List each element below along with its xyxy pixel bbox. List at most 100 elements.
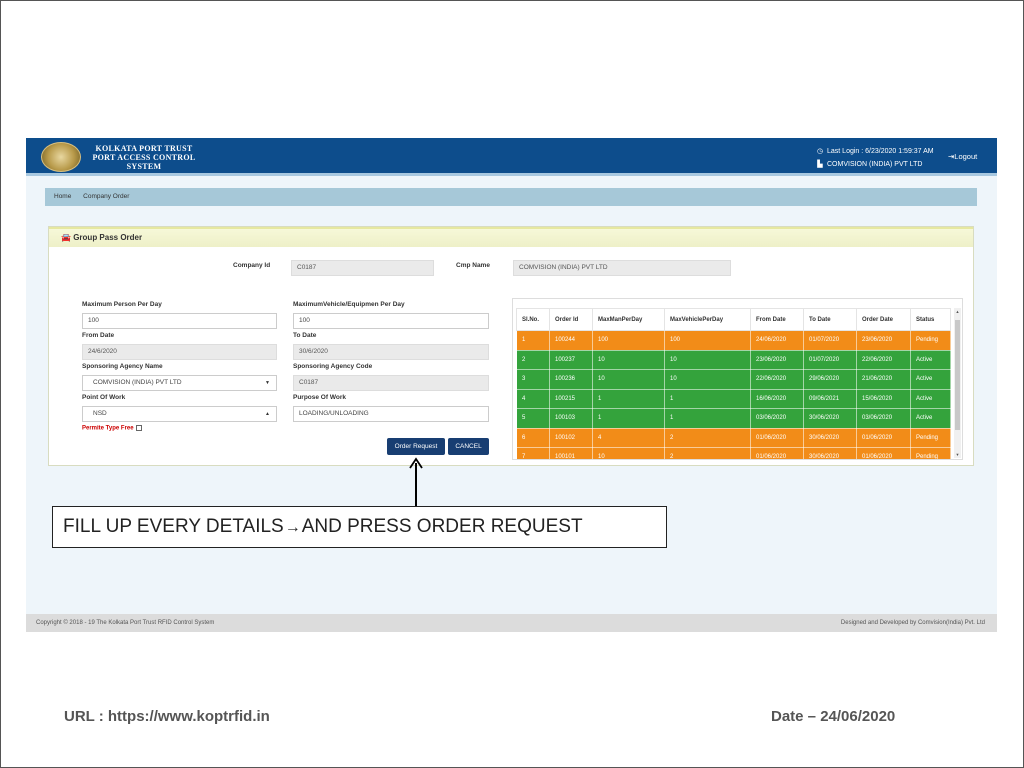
table-cell: 10 [592, 349, 665, 370]
agency-code-label: Sponsoring Agency Code [293, 363, 373, 370]
callout-arrow-line [415, 463, 417, 507]
table-cell: 01/07/2020 [803, 349, 857, 370]
permit-type-checkbox[interactable] [135, 425, 142, 431]
orders-table: Sl.No. Order Id MaxManPerDay MaxVehiclePerD… [516, 308, 951, 459]
clock-icon: ◷ [816, 148, 824, 155]
table-cell: Pending [910, 447, 951, 459]
callout-text-2: AND PRESS ORDER REQUEST [301, 516, 583, 537]
logout-button[interactable]: ⇥Logout [948, 152, 977, 161]
login-info: ◷ Last Login : 6/23/2020 1:59:37 AM ▙ COMV… [816, 145, 934, 171]
brand-line-2: PORT ACCESS CONTROL [92, 153, 196, 162]
table-row[interactable]: 7 100101 10 2 01/06/2020 30/06/2020 01/06/2020… [516, 447, 951, 459]
company-id-field[interactable]: C0187 [291, 260, 434, 276]
table-cell: 100 [592, 330, 665, 351]
point-of-work-select[interactable]: NSD ▲ [82, 406, 277, 422]
to-date-label: To Date [293, 332, 317, 339]
agency-name-select[interactable]: COMVISION (INDIA) PVT LTD ▼ [82, 375, 277, 391]
max-person-label: Maximum Person Per Day [82, 301, 162, 308]
max-vehicle-label: MaximumVehicle/Equipmen Per Day [293, 301, 405, 308]
table-cell: 09/06/2021 [803, 388, 857, 409]
table-cell: 16/06/2020 [750, 388, 804, 409]
table-cell: 6 [516, 427, 550, 448]
table-cell: 24/06/2020 [750, 330, 804, 351]
table-cell: 2 [664, 447, 751, 459]
table-cell: 03/06/2020 [750, 408, 804, 429]
from-date-label: From Date [82, 332, 115, 339]
breadcrumb-home[interactable]: Home [54, 193, 71, 200]
dropdown-caret-icon: ▲ [265, 411, 270, 417]
dropdown-caret-icon: ▼ [265, 380, 270, 386]
permit-type-label: Permite Type Free [82, 425, 134, 432]
table-cell: Pending [910, 427, 951, 448]
table-cell: 100237 [549, 349, 593, 370]
scroll-thumb[interactable] [955, 320, 960, 430]
table-row[interactable]: 5 100103 1 1 03/06/2020 30/06/2020 03/06/2020 A… [516, 408, 951, 429]
table-cell: 100215 [549, 388, 593, 409]
table-row[interactable]: 2 100237 10 10 23/06/2020 01/07/2020 22/06/202… [516, 349, 951, 370]
table-cell: 2 [516, 349, 550, 370]
table-row[interactable]: 1 100244 100 100 24/06/2020 01/07/2020 23/06/2… [516, 330, 951, 351]
table-scrollbar[interactable]: ▲ ▼ [954, 308, 961, 458]
column-header: Status [910, 308, 951, 331]
instruction-callout: FILL UP EVERY DETAILS→AND PRESS ORDER RE… [52, 506, 667, 548]
table-cell: 21/06/2020 [856, 369, 911, 390]
purpose-input[interactable]: LOADING/UNLOADING [293, 406, 489, 422]
table-cell: Active [910, 349, 951, 370]
right-arrow-icon: → [284, 519, 301, 536]
panel-header: 🚘 Group Pass Order [49, 227, 973, 247]
column-header: Order Date [856, 308, 911, 331]
table-cell: 01/06/2020 [856, 427, 911, 448]
column-header: Sl.No. [516, 308, 550, 331]
app-screen: KOLKATA PORT TRUST PORT ACCESS CONTROL S… [26, 138, 997, 632]
point-of-work-value: NSD [93, 410, 107, 417]
agency-name-value: COMVISION (INDIA) PVT LTD [93, 379, 182, 386]
brand-line-1: KOLKATA PORT TRUST [95, 144, 193, 153]
order-request-button[interactable]: Order Request [387, 438, 445, 455]
max-person-input[interactable]: 100 [82, 313, 277, 329]
top-bar: KOLKATA PORT TRUST PORT ACCESS CONTROL S… [26, 138, 997, 176]
table-cell: 1 [592, 388, 665, 409]
page-footer: Copyright © 2018 - 19 The Kolkata Port T… [26, 614, 997, 632]
breadcrumb: Home Company Order [45, 188, 977, 206]
table-cell: 03/06/2020 [856, 408, 911, 429]
column-header: MaxManPerDay [592, 308, 665, 331]
table-row[interactable]: 4 100215 1 1 16/06/2020 09/06/2021 15/06/2020 A… [516, 388, 951, 409]
table-cell: 1 [664, 388, 751, 409]
table-cell: 1 [664, 408, 751, 429]
logout-label: Logout [954, 152, 978, 161]
table-cell: Active [910, 408, 951, 429]
from-date-field[interactable]: 24/6/2020 [82, 344, 277, 360]
cmp-name-label: Cmp Name [456, 262, 490, 269]
table-cell: 01/06/2020 [750, 447, 804, 459]
table-row[interactable]: 6 100102 4 2 01/06/2020 30/06/2020 01/06/2020 P… [516, 427, 951, 448]
slide-url: URL : https://www.koptrfid.in [64, 708, 270, 725]
footer-credit: Designed and Developed by Comvision(Indi… [840, 620, 985, 626]
last-login-text: Last Login : 6/23/2020 1:59:37 AM [827, 148, 934, 155]
company-id-label: Company Id [233, 262, 271, 269]
table-cell: 7 [516, 447, 550, 459]
footer-copyright: Copyright © 2018 - 19 The Kolkata Port T… [36, 620, 215, 626]
breadcrumb-current: Company Order [83, 193, 130, 200]
table-row[interactable]: 3 100236 10 10 22/06/2020 29/06/2020 21/06/202… [516, 369, 951, 390]
scroll-down-icon[interactable]: ▼ [954, 452, 961, 457]
column-header: From Date [750, 308, 804, 331]
table-cell: 23/06/2020 [856, 330, 911, 351]
table-cell: 1 [516, 330, 550, 351]
table-cell: 5 [516, 408, 550, 429]
agency-name-label: Sponsoring Agency Name [82, 363, 163, 370]
table-cell: 10 [664, 349, 751, 370]
cmp-name-field[interactable]: COMVISION (INDIA) PVT LTD [513, 260, 731, 276]
building-icon: ▙ [817, 161, 823, 168]
table-cell: 10 [664, 369, 751, 390]
scroll-up-icon[interactable]: ▲ [954, 309, 961, 314]
table-cell: 100103 [549, 408, 593, 429]
table-cell: 100 [664, 330, 751, 351]
agency-code-field[interactable]: C0187 [293, 375, 489, 391]
purpose-label: Purpose Of Work [293, 394, 346, 401]
table-cell: 15/06/2020 [856, 388, 911, 409]
brand-line-3: SYSTEM [126, 162, 162, 171]
cancel-button[interactable]: CANCEL [448, 438, 489, 455]
max-vehicle-input[interactable]: 100 [293, 313, 489, 329]
table-cell: 01/06/2020 [856, 447, 911, 459]
to-date-field[interactable]: 30/6/2020 [293, 344, 489, 360]
